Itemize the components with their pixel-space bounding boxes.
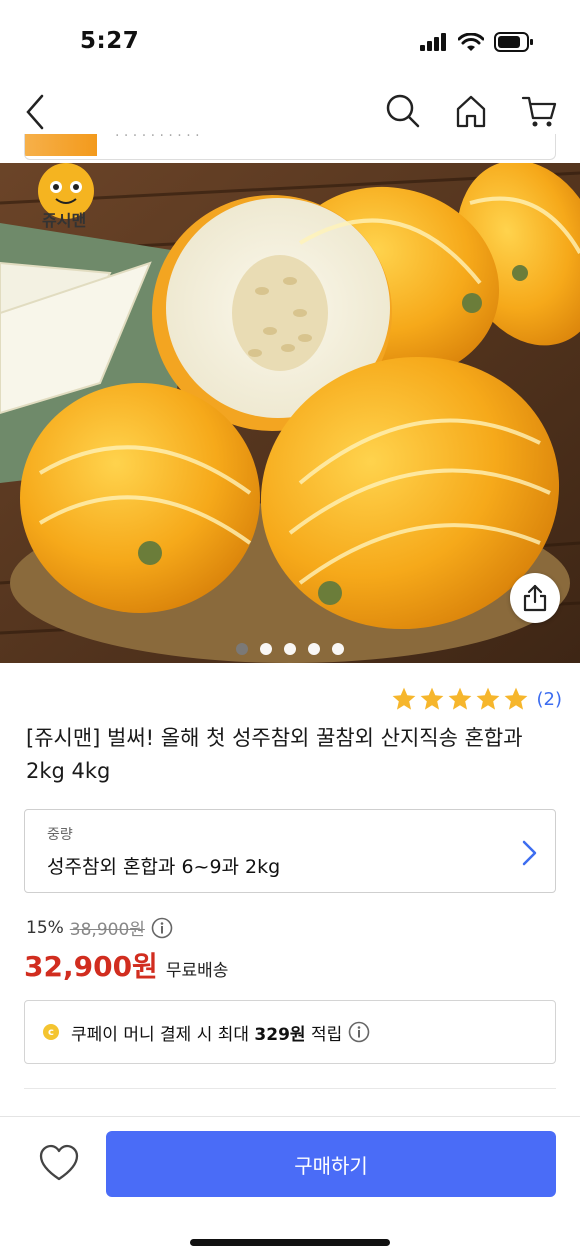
sticky-product-strip[interactable]: · · · · · · · · · · [24,134,556,160]
original-price: 38,900원 [69,920,145,940]
chevron-right-icon [522,840,537,866]
cart-button[interactable] [520,92,558,130]
star-icon [504,687,527,710]
home-indicator [190,1239,390,1246]
back-icon [26,94,44,130]
kpay-reward-box: c 쿠페이 머니 결제 시 최대 329원 적립 [24,1000,556,1064]
option-selector[interactable]: 중량 성주참외 혼합과 6~9과 2kg [24,809,556,893]
info-icon[interactable] [151,917,173,939]
info-icon[interactable] [348,1021,370,1043]
review-count[interactable]: (2) [537,689,563,710]
wishlist-button[interactable] [38,1143,80,1185]
brand-badge-text: 쥬시맨 [42,211,87,230]
search-icon [386,94,420,128]
star-icon [448,687,471,710]
reward-text: 쿠페이 머니 결제 시 최대 329원 적립 [71,1020,342,1045]
discount-rate: 15% [26,917,64,938]
product-photo [0,163,580,663]
star-rating [391,686,529,712]
carousel-dot[interactable] [284,643,296,655]
price-original-row: 15% 38,900원 [26,915,173,940]
shipping-info: 무료배송 [165,961,229,981]
sale-price: 32,900원 [24,950,158,983]
home-button[interactable] [452,92,490,130]
status-time: 5:27 [80,28,140,54]
share-button[interactable] [510,573,560,623]
nav-actions [384,92,558,130]
back-button[interactable] [22,90,52,130]
rating[interactable]: (2) [391,686,563,712]
status-icons [420,32,534,52]
search-button[interactable] [384,92,422,130]
cart-icon [521,96,557,127]
star-icon [476,687,499,710]
bottom-action-bar: 구매하기 [0,1116,580,1257]
buy-button[interactable]: 구매하기 [106,1131,556,1197]
reward-prefix: 쿠페이 머니 결제 시 최대 [71,1024,255,1045]
price-sale-row: 32,900원 무료배송 [24,945,228,985]
star-icon [420,687,443,710]
share-icon [523,584,547,612]
star-icon [392,687,415,710]
option-value: 성주참외 혼합과 6~9과 2kg [47,856,281,878]
reward-suffix: 적립 [305,1024,343,1045]
nav-bar [0,86,580,136]
carousel-dots [0,643,580,655]
product-image-carousel[interactable]: 쥬시맨 [0,163,580,663]
heart-icon [39,1144,79,1181]
carousel-dot[interactable] [332,643,344,655]
strip-text: · · · · · · · · · · [115,134,200,144]
carousel-dot[interactable] [260,643,272,655]
wifi-icon [458,32,484,51]
signal-icon [420,33,446,51]
coin-icon: c [43,1024,59,1040]
option-label: 중량 [47,827,73,843]
reward-amount: 329원 [254,1024,306,1045]
product-title: [쥬시맨] 벌써! 올해 첫 성주참외 꿀참외 산지직송 혼합과 2kg 4kg [26,726,523,783]
battery-icon [494,32,533,52]
divider [24,1088,556,1089]
strip-thumbnail [25,134,97,156]
carousel-dot[interactable] [236,643,248,655]
status-bar: 5:27 [0,0,580,86]
carousel-dot[interactable] [308,643,320,655]
home-icon [456,95,486,128]
